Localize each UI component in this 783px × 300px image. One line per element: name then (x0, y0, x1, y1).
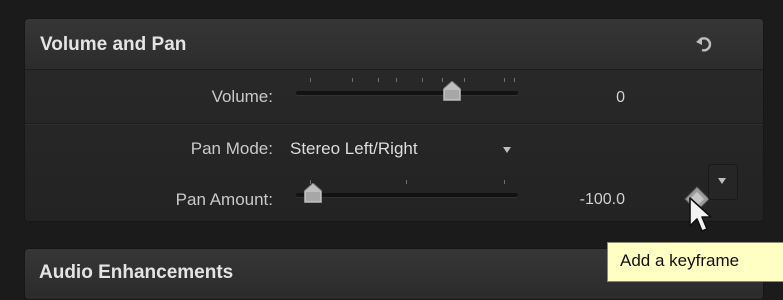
chevron-down-icon (718, 178, 726, 184)
slider-tick (464, 78, 465, 82)
volume-slider-track (296, 91, 518, 95)
slider-tick (422, 78, 423, 82)
volume-label: Volume: (211, 87, 273, 106)
mouse-pointer-icon (689, 197, 712, 232)
row-divider (25, 123, 763, 124)
panel-title: Volume and Pan (40, 34, 187, 55)
tooltip-text: Add a keyframe (620, 251, 740, 270)
slider-tick (378, 78, 379, 82)
pan-amount-label: Pan Amount: (175, 190, 273, 209)
slider-tick (504, 78, 505, 82)
volume-slider-thumb[interactable] (443, 81, 462, 101)
pan-mode-value: Stereo Left/Right (290, 139, 418, 158)
pan-amount-slider-thumb[interactable] (304, 183, 322, 203)
pan-amount-slider[interactable] (296, 177, 518, 207)
pan-mode-popup[interactable]: Stereo Left/Right (287, 133, 523, 163)
volume-slider[interactable] (296, 75, 518, 105)
reset-arrow-icon[interactable] (693, 33, 715, 55)
chevron-down-icon (503, 147, 511, 153)
panel-header[interactable]: Volume and Pan (25, 19, 763, 70)
slider-tick (396, 78, 397, 82)
slider-tick (310, 78, 311, 82)
slider-tick (504, 180, 505, 184)
slider-tick (514, 78, 515, 82)
tooltip: Add a keyframe (607, 242, 783, 282)
keyframe-menu-button[interactable] (708, 164, 738, 200)
panel-title: Audio Enhancements (39, 262, 234, 283)
pan-mode-label: Pan Mode: (190, 139, 273, 158)
volume-and-pan-panel: Volume and Pan Volume: 0 Pan Mode: Stere… (24, 18, 764, 222)
pan-amount-slider-track (296, 193, 518, 197)
slider-tick (352, 78, 353, 82)
volume-value[interactable]: 0 (565, 89, 625, 107)
slider-tick (406, 180, 407, 184)
pan-amount-value[interactable]: -100.0 (545, 191, 625, 209)
